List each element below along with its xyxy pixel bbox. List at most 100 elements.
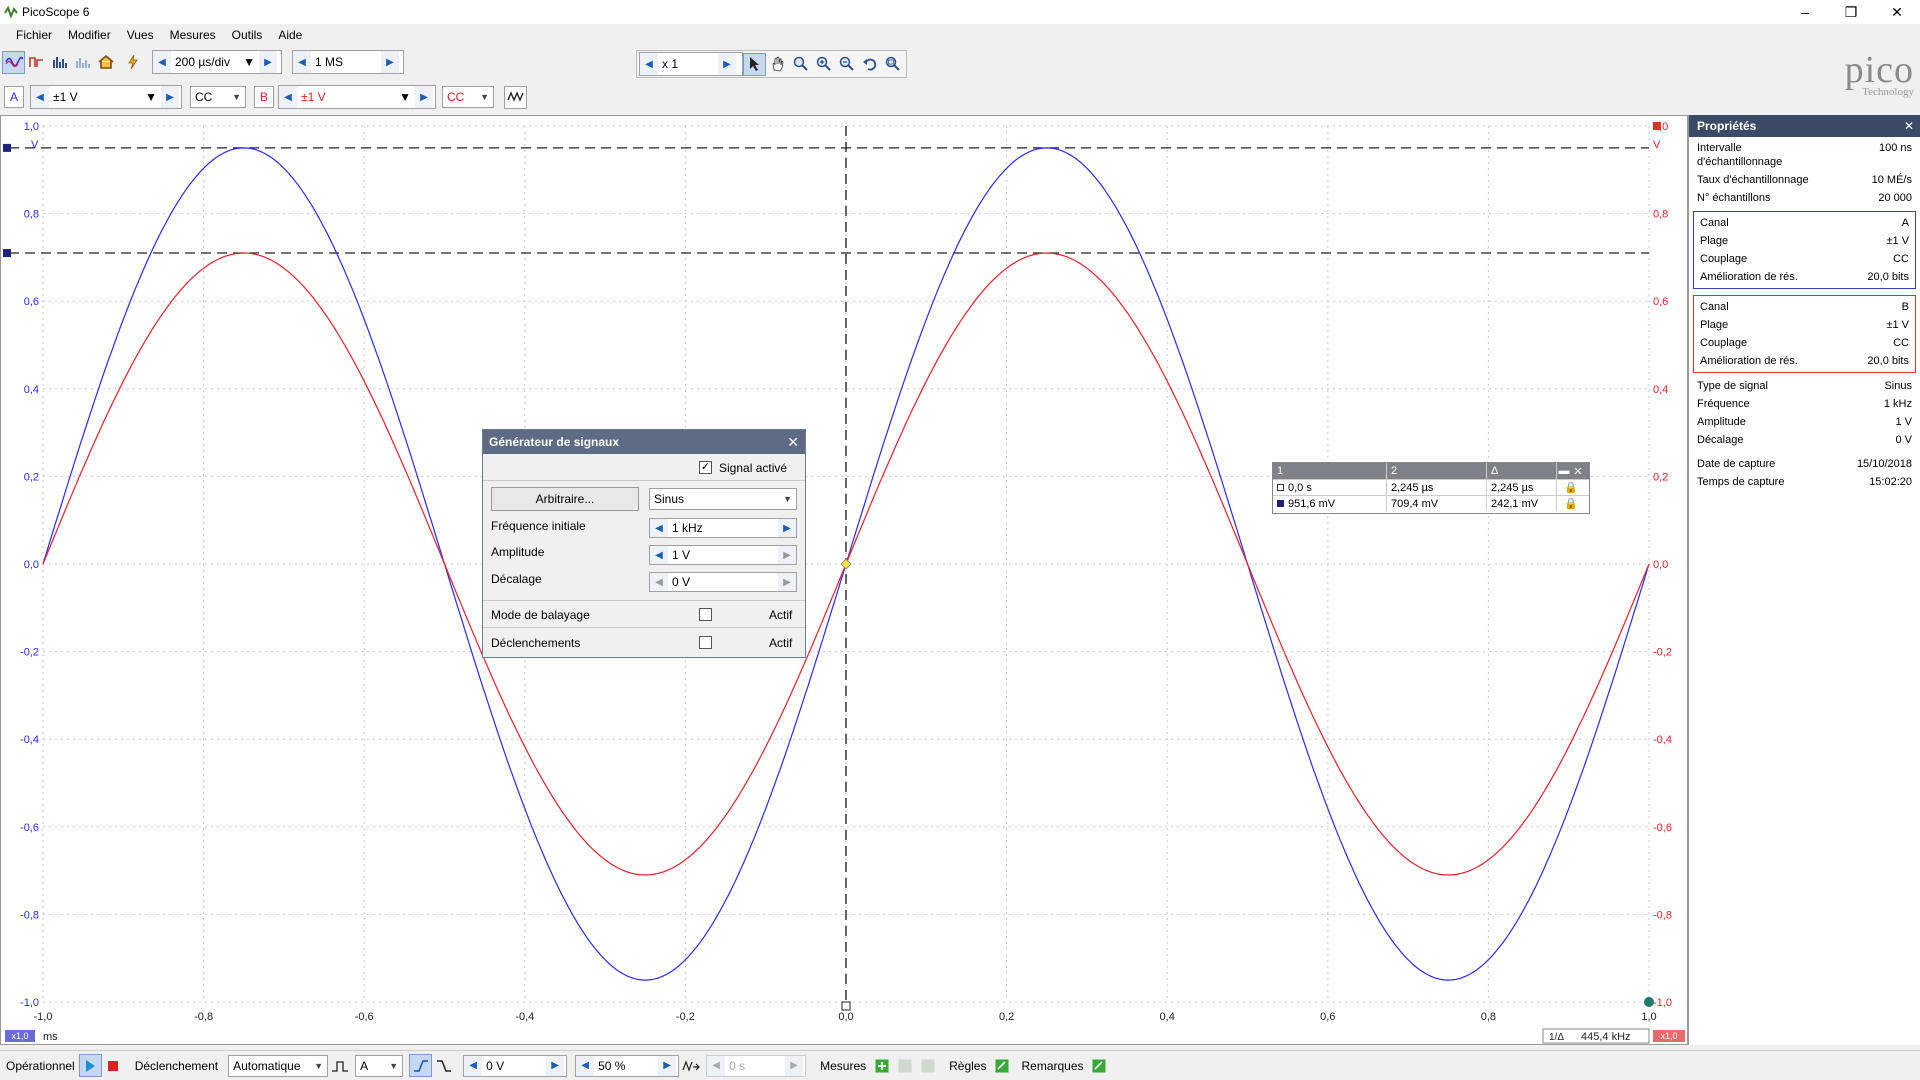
y-tick-label-a: -1,0 bbox=[20, 997, 39, 1009]
edit-measurement-icon[interactable] bbox=[893, 1054, 916, 1077]
pretrigger-stepper[interactable]: ◀ 50 % ▶ bbox=[575, 1054, 680, 1077]
close-icon[interactable]: ✕ bbox=[1571, 465, 1585, 478]
rulers-settings-icon[interactable] bbox=[990, 1054, 1013, 1077]
title-bar: PicoScope 6 – ❐ ✕ bbox=[0, 0, 1920, 24]
zoom-out-icon[interactable] bbox=[835, 53, 858, 76]
channel-b-range-prev-icon[interactable]: ◀ bbox=[279, 86, 297, 108]
menu-vues[interactable]: Vues bbox=[119, 28, 162, 42]
spectrum-mode-icon[interactable] bbox=[48, 51, 71, 74]
trigger-label: Déclenchement bbox=[134, 1058, 219, 1073]
menu-outils[interactable]: Outils bbox=[224, 28, 271, 42]
channel-a-range-selector[interactable]: ◀ ±1 V ▼ ▶ bbox=[30, 85, 182, 109]
channel-a-coupling-value: CC bbox=[195, 90, 213, 104]
home-icon[interactable] bbox=[94, 51, 117, 74]
spectrum-alt-icon[interactable] bbox=[71, 51, 94, 74]
menu-aide[interactable]: Aide bbox=[270, 28, 310, 42]
close-button[interactable]: ✕ bbox=[1874, 0, 1920, 24]
persistence-mode-icon[interactable] bbox=[25, 51, 48, 74]
property-value: CC bbox=[1893, 253, 1909, 265]
close-icon[interactable]: ✕ bbox=[1904, 119, 1914, 133]
channel-b-range-next-icon[interactable]: ▶ bbox=[415, 86, 433, 108]
notes-icon[interactable] bbox=[1088, 1054, 1111, 1077]
threshold-next-icon[interactable]: ▶ bbox=[546, 1055, 565, 1076]
minimize-button[interactable]: – bbox=[1782, 0, 1828, 24]
zoom-prev-icon[interactable]: ◀ bbox=[640, 53, 658, 75]
scope-view[interactable]: 1,0 1,0 0,8 0,8 0,6 0,6 0,4 0,4 0,2 0,2 0,0 0,0 -0,2… bbox=[0, 115, 1688, 1045]
capture-properties: Date de capture 15/10/2018 Temps de captur… bbox=[1689, 457, 1920, 489]
amplitude-next-icon[interactable]: ▶ bbox=[778, 546, 796, 564]
trigger-channel-select[interactable]: A ▼ bbox=[355, 1054, 404, 1077]
add-measurement-icon[interactable] bbox=[870, 1054, 893, 1077]
close-icon[interactable]: ✕ bbox=[787, 434, 799, 451]
delay-prev-icon[interactable]: ◀ bbox=[707, 1055, 726, 1076]
start-frequency-stepper[interactable]: ◀ 1 kHz ▶ bbox=[649, 518, 797, 538]
menu-fichier[interactable]: Fichier bbox=[8, 28, 60, 42]
menu-modifier[interactable]: Modifier bbox=[60, 28, 119, 42]
run-button-icon[interactable] bbox=[78, 1054, 102, 1077]
start-frequency-next-icon[interactable]: ▶ bbox=[778, 519, 796, 537]
timebase-next-icon[interactable]: ▶ bbox=[259, 51, 277, 73]
advanced-trigger-icon[interactable] bbox=[328, 1054, 351, 1077]
x-tick-label: 0,6 bbox=[1320, 1011, 1335, 1023]
zoom-in-icon[interactable] bbox=[812, 53, 835, 76]
minimize-icon[interactable]: ▬ bbox=[1557, 465, 1571, 477]
amplitude-prev-icon[interactable]: ◀ bbox=[650, 546, 668, 564]
voltage-ruler-handle bbox=[3, 249, 11, 258]
undo-zoom-icon[interactable] bbox=[858, 53, 881, 76]
zoom-next-icon[interactable]: ▶ bbox=[718, 53, 736, 75]
voltage-ruler-handle bbox=[3, 143, 11, 152]
channel-b-range-selector[interactable]: ◀ ±1 V ▼ ▶ bbox=[278, 85, 436, 109]
start-frequency-prev-icon[interactable]: ◀ bbox=[650, 519, 668, 537]
rising-edge-icon[interactable] bbox=[409, 1054, 433, 1077]
arbitrary-button[interactable]: Arbitraire... bbox=[491, 487, 639, 511]
pretrigger-next-icon[interactable]: ▶ bbox=[658, 1055, 677, 1076]
threshold-prev-icon[interactable]: ◀ bbox=[464, 1055, 483, 1076]
channel-b-button[interactable]: B bbox=[254, 86, 274, 108]
menu-mesures[interactable]: Mesures bbox=[162, 28, 224, 42]
scope-mode-icon[interactable] bbox=[2, 50, 25, 74]
waveform-select[interactable]: Sinus ▼ bbox=[649, 488, 797, 510]
offset-prev-icon[interactable]: ◀ bbox=[650, 573, 668, 591]
signal-generator-icon[interactable] bbox=[504, 85, 527, 109]
falling-edge-icon[interactable] bbox=[432, 1054, 455, 1077]
stop-button-icon[interactable] bbox=[102, 1054, 125, 1077]
channel-a-range-prev-icon[interactable]: ◀ bbox=[31, 86, 49, 108]
ruler-time-delta: 2,245 µs bbox=[1487, 480, 1557, 495]
property-key: Décalage bbox=[1697, 434, 1744, 446]
property-row: Canal B bbox=[1694, 300, 1915, 314]
offset-stepper[interactable]: ◀ 0 V ▶ bbox=[649, 572, 797, 592]
delete-measurement-icon[interactable] bbox=[916, 1054, 939, 1077]
channel-b-coupling-select[interactable]: CC ▼ bbox=[442, 86, 494, 108]
pretrigger-prev-icon[interactable]: ◀ bbox=[576, 1055, 595, 1076]
lock-icon[interactable]: 🔒 bbox=[1557, 497, 1585, 510]
zoom-box-icon[interactable] bbox=[789, 53, 812, 76]
zoom-overview-icon[interactable] bbox=[881, 53, 904, 76]
channel-a-coupling-select[interactable]: CC ▼ bbox=[190, 86, 246, 108]
scope-plot[interactable]: 1,0 1,0 0,8 0,8 0,6 0,6 0,4 0,4 0,2 0,2 0,0 0,0 -0,2… bbox=[1, 116, 1687, 1044]
amplitude-stepper[interactable]: ◀ 1 V ▶ bbox=[649, 545, 797, 565]
samples-prev-icon[interactable]: ◀ bbox=[293, 51, 311, 73]
threshold-stepper[interactable]: ◀ 0 V ▶ bbox=[463, 1054, 568, 1077]
trigger-mode-select[interactable]: Automatique ▼ bbox=[228, 1054, 329, 1077]
zoom-factor-selector[interactable]: ◀ x 1 ▶ bbox=[639, 52, 743, 76]
timebase-selector[interactable]: ◀ 200 µs/div ▼ ▶ bbox=[152, 50, 282, 74]
samples-next-icon[interactable]: ▶ bbox=[381, 51, 399, 73]
pointer-tool-icon[interactable] bbox=[743, 52, 766, 76]
trigger-delay-icon[interactable] bbox=[679, 1054, 702, 1077]
sweep-mode-checkbox[interactable] bbox=[699, 608, 712, 621]
lock-icon[interactable]: 🔒 bbox=[1557, 481, 1585, 494]
channel-a-range-next-icon[interactable]: ▶ bbox=[161, 86, 179, 108]
hand-tool-icon[interactable] bbox=[766, 53, 789, 76]
automatic-setup-icon[interactable] bbox=[121, 51, 144, 74]
channel-a-button[interactable]: A bbox=[4, 86, 24, 108]
samples-selector[interactable]: ◀ 1 MS ▶ bbox=[292, 50, 404, 74]
time-ruler-marker-icon bbox=[1277, 484, 1284, 491]
delay-next-icon[interactable]: ▶ bbox=[785, 1055, 804, 1076]
maximize-button[interactable]: ❐ bbox=[1828, 0, 1874, 24]
signal-active-checkbox[interactable]: ✓ bbox=[699, 461, 712, 474]
offset-next-icon[interactable]: ▶ bbox=[778, 573, 796, 591]
triggers-checkbox[interactable] bbox=[699, 636, 712, 649]
main-toolbar: ◀ 200 µs/div ▼ ▶ ◀ 1 MS ▶ bbox=[2, 50, 404, 74]
delay-stepper[interactable]: ◀ 0 s ▶ bbox=[706, 1054, 807, 1077]
timebase-prev-icon[interactable]: ◀ bbox=[153, 51, 171, 73]
